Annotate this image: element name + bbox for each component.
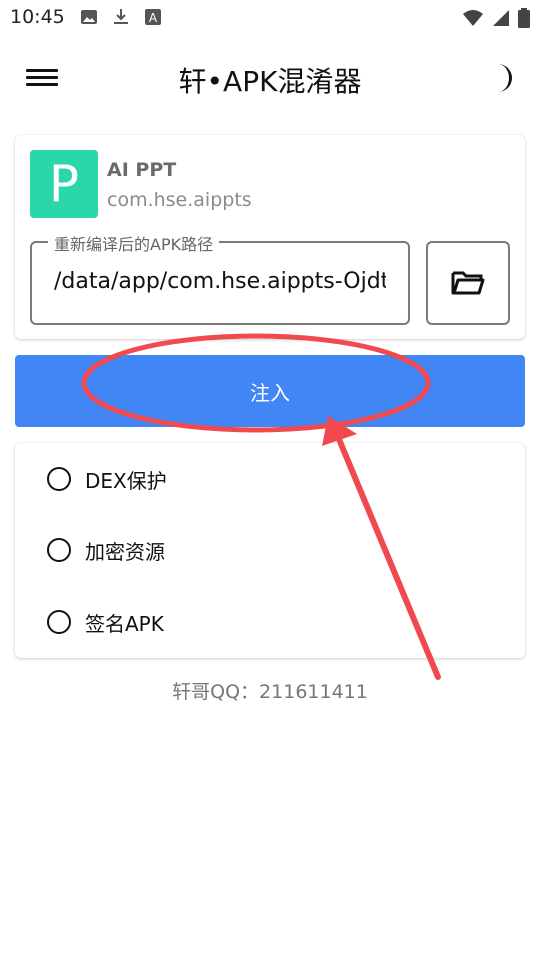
status-time: 10:45 xyxy=(10,6,65,28)
wifi-icon xyxy=(463,10,483,26)
battery-icon xyxy=(518,8,530,28)
image-icon xyxy=(81,10,97,24)
inject-button[interactable]: 注入 xyxy=(15,355,525,427)
option-dex-protect[interactable]: DEX保护 xyxy=(47,459,167,499)
apk-path-label: 重新编译后的APK路径 xyxy=(48,231,220,255)
app-icon[interactable]: P xyxy=(30,150,98,218)
svg-text:A: A xyxy=(149,11,158,25)
option-label: 加密资源 xyxy=(85,539,165,564)
options-card: DEX保护 加密资源 签名APK xyxy=(15,443,525,658)
signal-icon xyxy=(493,10,509,26)
app-package-name: com.hse.aippts xyxy=(107,189,252,211)
moon-icon[interactable] xyxy=(488,62,516,94)
radio-button[interactable] xyxy=(47,467,71,491)
apk-path-field[interactable]: 重新编译后的APK路径 /data/app/com.hse.aippts-Ojd… xyxy=(30,231,410,325)
system-icons xyxy=(462,8,530,28)
folder-picker-button[interactable] xyxy=(426,241,510,325)
option-encrypt-resources[interactable]: 加密资源 xyxy=(47,530,165,570)
radio-button[interactable] xyxy=(47,610,71,634)
app-bar: 轩•APK混淆器 xyxy=(0,48,540,112)
option-label: 签名APK xyxy=(85,611,164,636)
app-info-card: P AI PPT com.hse.aippts 重新编译后的APK路径 /dat… xyxy=(15,135,525,339)
folder-open-icon xyxy=(451,271,485,295)
option-sign-apk[interactable]: 签名APK xyxy=(47,602,164,642)
notification-icons: A xyxy=(80,8,162,26)
apk-path-input[interactable]: /data/app/com.hse.aippts-Ojdt xyxy=(54,269,386,294)
a-icon: A xyxy=(145,9,161,25)
download-icon xyxy=(114,9,128,24)
option-label: DEX保护 xyxy=(85,468,167,493)
page-title: 轩•APK混淆器 xyxy=(178,65,362,98)
footer-contact: 轩哥QQ：211611411 xyxy=(172,681,368,703)
status-bar: 10:45 A xyxy=(0,0,540,36)
app-name: AI PPT xyxy=(107,159,177,181)
radio-button[interactable] xyxy=(47,538,71,562)
